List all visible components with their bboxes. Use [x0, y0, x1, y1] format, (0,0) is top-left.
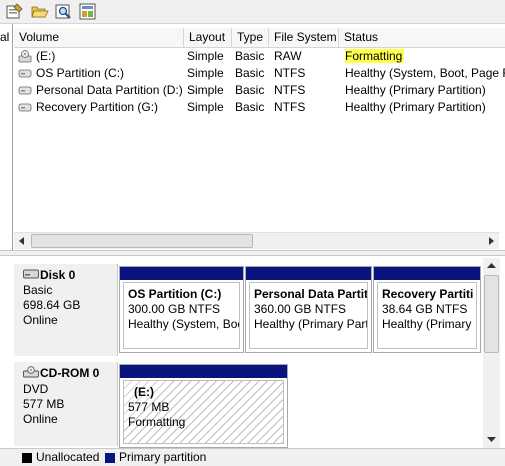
volume-layout: Simple: [187, 100, 224, 114]
volume-type: Basic: [235, 66, 265, 80]
column-layout[interactable]: Layout: [184, 28, 232, 48]
disk-0-label[interactable]: Disk 0 Basic 698.64 GB Online: [14, 264, 118, 356]
volume-file-system: NTFS: [274, 66, 306, 80]
volume-file-system: RAW: [274, 49, 302, 63]
volume-status-highlight: Formatting: [345, 49, 405, 63]
volume-type: Basic: [235, 100, 265, 114]
volume-type: Basic: [235, 83, 265, 97]
partition-status: Formatting: [128, 415, 186, 429]
legend-bar: Unallocated Primary partition: [0, 448, 505, 466]
volume-list-pane: al Volume Layout Type File System Status…: [0, 24, 505, 250]
disk-graphical-pane: Disk 0 Basic 698.64 GB Online OS Partiti…: [0, 256, 505, 448]
partition-name: (E:): [134, 385, 154, 399]
partition-status: Healthy (System, Boo: [128, 317, 240, 331]
partition-recovery-body: Recovery Partiti 38.64 GB NTFS Healthy (…: [377, 282, 477, 349]
unallocated-swatch: [22, 453, 32, 463]
left-pane-edge-text: al: [0, 30, 10, 44]
cd-drive-icon: [18, 50, 32, 63]
properties-icon[interactable]: [6, 3, 24, 20]
volume-status: Healthy (Primary Partition): [345, 83, 486, 97]
scroll-right-icon[interactable]: [483, 233, 499, 249]
magnifier-icon[interactable]: [55, 3, 73, 20]
column-volume[interactable]: Volume: [14, 28, 184, 48]
toolbar: [0, 0, 505, 24]
scroll-left-icon[interactable]: [14, 233, 30, 249]
scroll-up-icon[interactable]: [483, 258, 500, 274]
partition-name: OS Partition (C:): [128, 287, 222, 301]
partition-name: Recovery Partiti: [382, 287, 474, 301]
volume-name: OS Partition (C:): [36, 66, 125, 80]
primary-partition-bar: [120, 267, 243, 280]
left-pane-edge: al: [0, 24, 13, 250]
legend-primary-partition-label: Primary partition: [119, 450, 207, 464]
volume-type: Basic: [235, 49, 265, 63]
volume-layout: Simple: [187, 83, 224, 97]
volume-row-c[interactable]: OS Partition (C:) Simple Basic NTFS Heal…: [14, 65, 505, 82]
disk-0-title: Disk 0: [40, 268, 76, 282]
column-status[interactable]: Status: [339, 28, 505, 48]
primary-partition-bar: [120, 365, 287, 378]
partition-cdrom-e[interactable]: (E:) 577 MB Formatting: [119, 364, 288, 448]
volume-row-g[interactable]: Recovery Partition (G:) Simple Basic NTF…: [14, 99, 505, 116]
vertical-scroll-thumb[interactable]: [484, 275, 499, 353]
settings-panel-icon[interactable]: [79, 3, 97, 20]
column-header: Volume Layout Type File System Status: [14, 28, 505, 48]
cdrom-0-title: CD-ROM 0: [40, 366, 100, 381]
hard-disk-icon: [23, 268, 39, 283]
cdrom-0-state: Online: [23, 412, 58, 426]
partition-status: Healthy (Primary Part: [254, 317, 368, 331]
cdrom-0-label[interactable]: CD-ROM 0 DVD 577 MB Online: [14, 362, 118, 446]
disk-0-size: 698.64 GB: [23, 298, 81, 313]
cdrom-0-size: 577 MB: [23, 397, 65, 411]
horizontal-scroll-thumb[interactable]: [31, 234, 253, 248]
partition-recovery[interactable]: Recovery Partiti 38.64 GB NTFS Healthy (…: [373, 266, 481, 353]
disk-volume-icon: [18, 67, 32, 80]
disk-0-state: Online: [23, 313, 58, 328]
disk-volume-icon: [18, 101, 32, 114]
cd-drive-icon: [23, 366, 39, 382]
volume-file-system: NTFS: [274, 100, 306, 114]
disk-0-title-row: Disk 0: [23, 268, 117, 283]
vertical-scrollbar[interactable]: [483, 258, 500, 448]
legend-unallocated-label: Unallocated: [36, 450, 100, 464]
volume-row-e[interactable]: (E:) Simple Basic RAW Formatting: [14, 48, 505, 65]
scroll-down-icon[interactable]: [483, 431, 500, 447]
primary-partition-bar: [246, 267, 371, 280]
volume-name: Personal Data Partition (D:): [36, 83, 183, 97]
column-file-system[interactable]: File System: [269, 28, 339, 48]
cdrom-0-type: DVD: [23, 382, 49, 396]
partition-os[interactable]: OS Partition (C:) 300.00 GB NTFS Healthy…: [119, 266, 244, 353]
partition-size: 360.00 GB NTFS: [254, 302, 347, 316]
partition-os-body: OS Partition (C:) 300.00 GB NTFS Healthy…: [123, 282, 240, 349]
column-type[interactable]: Type: [232, 28, 269, 48]
disk-volume-icon: [18, 84, 32, 97]
volume-status: Formatting: [345, 48, 505, 65]
partition-personal-data[interactable]: Personal Data Partiti 360.00 GB NTFS Hea…: [245, 266, 372, 353]
volume-layout: Simple: [187, 49, 224, 63]
volume-status: Healthy (Primary Partition): [345, 100, 486, 114]
partition-name: Personal Data Partiti: [254, 287, 368, 301]
volume-name: (E:): [36, 49, 56, 63]
cdrom-0-title-row: CD-ROM 0: [23, 366, 117, 382]
volume-layout: Simple: [187, 66, 224, 80]
volume-status: Healthy (System, Boot, Page F: [345, 66, 505, 80]
partition-cdrom-e-body: (E:) 577 MB Formatting: [123, 380, 284, 444]
primary-partition-bar: [374, 267, 480, 280]
volume-row-d[interactable]: Personal Data Partition (D:) Simple Basi…: [14, 82, 505, 99]
open-folder-icon[interactable]: [31, 3, 49, 20]
volume-file-system: NTFS: [274, 83, 306, 97]
partition-status: Healthy (Primary: [382, 317, 472, 331]
partition-size: 577 MB: [128, 400, 170, 414]
volume-name: Recovery Partition (G:): [36, 100, 159, 114]
partition-size: 38.64 GB NTFS: [382, 302, 468, 316]
partition-size: 300.00 GB NTFS: [128, 302, 221, 316]
disk-0-type: Basic: [23, 283, 53, 298]
partition-personal-data-body: Personal Data Partiti 360.00 GB NTFS Hea…: [249, 282, 368, 349]
horizontal-scrollbar[interactable]: [14, 232, 499, 249]
primary-partition-swatch: [105, 453, 115, 463]
